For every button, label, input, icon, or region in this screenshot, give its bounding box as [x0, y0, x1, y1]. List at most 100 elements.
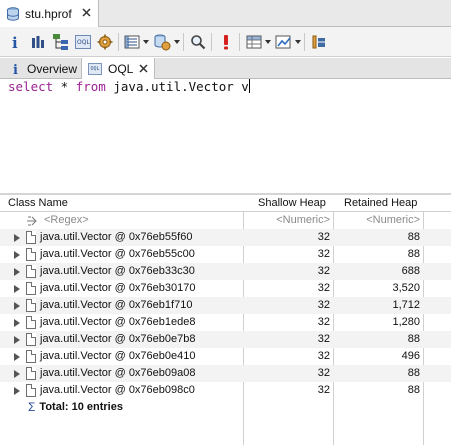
- class-name-cell: java.util.Vector @ 0x76eb1ede8: [10, 314, 242, 331]
- editor-tab-strip: stu.hprof: [0, 0, 451, 27]
- class-name-text: java.util.Vector @ 0x76eb1f710: [40, 299, 193, 311]
- expand-triangle-icon[interactable]: [14, 284, 20, 293]
- class-name-cell: java.util.Vector @ 0x76eb33c30: [10, 263, 242, 280]
- class-name-cell: java.util.Vector @ 0x76eb0e410: [10, 348, 242, 365]
- object-icon: [26, 350, 36, 363]
- table-row[interactable]: java.util.Vector @ 0x76eb09a08 32 88: [0, 365, 451, 382]
- header-retained-heap[interactable]: Retained Heap: [344, 195, 417, 212]
- info-icon: i: [12, 34, 18, 50]
- total-row: Σ Total: 10 entries: [0, 399, 451, 416]
- view-tab-strip: i Overview OQL OQL: [0, 58, 451, 79]
- class-name-cell: java.util.Vector @ 0x76eb09a08: [10, 365, 242, 382]
- calculate-retained-button[interactable]: [274, 32, 294, 52]
- table-row[interactable]: java.util.Vector @ 0x76eb0e7b8 32 88: [0, 331, 451, 348]
- query-line: select * from java.util.Vector v: [8, 79, 451, 96]
- chevron-down-icon[interactable]: [174, 40, 180, 44]
- close-icon[interactable]: [81, 7, 92, 18]
- shallow-heap-cell: 32: [317, 367, 330, 379]
- expand-triangle-icon[interactable]: [14, 386, 20, 395]
- chevron-down-icon[interactable]: [143, 40, 149, 44]
- shallow-heap-cell: 32: [317, 316, 330, 328]
- class-name-text: java.util.Vector @ 0x76eb1ede8: [40, 316, 196, 328]
- retained-heap-cell: 88: [407, 333, 420, 345]
- heap-settings-button[interactable]: [95, 32, 115, 52]
- table-row[interactable]: java.util.Vector @ 0x76eb55f60 32 88: [0, 229, 451, 246]
- toolbar-separator: [304, 33, 305, 51]
- object-icon: [26, 265, 36, 278]
- shallow-heap-cell: 32: [317, 265, 330, 277]
- table-row[interactable]: java.util.Vector @ 0x76eb33c30 32 688: [0, 263, 451, 280]
- oql-icon: OQL: [75, 35, 91, 49]
- query-keyword-select: select: [8, 79, 54, 94]
- table-row[interactable]: java.util.Vector @ 0x76eb1f710 32 1,712: [0, 297, 451, 314]
- retained-heap-cell: 496: [401, 350, 420, 362]
- tab-overview-label: Overview: [27, 61, 78, 76]
- header-class-name[interactable]: Class Name: [8, 195, 68, 212]
- expand-triangle-icon[interactable]: [14, 250, 20, 259]
- expand-triangle-icon[interactable]: [14, 267, 20, 276]
- histogram-button[interactable]: [28, 32, 48, 52]
- search-icon: [191, 35, 206, 50]
- filter-shallow-hint[interactable]: <Numeric>: [244, 212, 330, 229]
- filter-name-hint: <Regex>: [44, 214, 89, 226]
- chevron-down-icon[interactable]: [265, 40, 271, 44]
- class-name-text: java.util.Vector @ 0x76eb30170: [40, 282, 196, 294]
- tab-overview[interactable]: i Overview: [5, 58, 82, 79]
- shallow-heap-cell: 32: [317, 333, 330, 345]
- search-button[interactable]: [188, 32, 208, 52]
- query-keyword-from: from: [75, 79, 106, 94]
- list-dropdown-icon: [124, 35, 140, 49]
- filter-retained-hint[interactable]: <Numeric>: [334, 212, 420, 229]
- dominator-tree-button[interactable]: [51, 32, 71, 52]
- object-icon: [26, 248, 36, 261]
- retained-heap-cell: 1,280: [392, 316, 420, 328]
- class-name-text: java.util.Vector @ 0x76eb098c0: [40, 384, 195, 396]
- expand-triangle-icon[interactable]: [14, 352, 20, 361]
- toolbar-separator: [183, 33, 184, 51]
- close-icon[interactable]: [138, 63, 149, 74]
- chevron-down-icon[interactable]: [295, 40, 301, 44]
- oql-query-editor[interactable]: select * from java.util.Vector v: [0, 79, 451, 194]
- query-star: *: [53, 79, 76, 94]
- results-table: Class Name Shallow Heap Retained Heap <R…: [0, 195, 451, 445]
- class-name-cell: java.util.Vector @ 0x76eb30170: [10, 280, 242, 297]
- info-button[interactable]: i: [5, 32, 25, 52]
- bookmark-icon: [312, 35, 325, 49]
- header-shallow-heap[interactable]: Shallow Heap: [258, 195, 326, 212]
- expand-triangle-icon[interactable]: [14, 369, 20, 378]
- expand-triangle-icon[interactable]: [14, 335, 20, 344]
- table-row[interactable]: java.util.Vector @ 0x76eb098c0 32 88: [0, 382, 451, 399]
- thread-overview-button[interactable]: [152, 32, 172, 52]
- filter-name-cell[interactable]: <Regex>: [10, 212, 242, 229]
- object-icon: [26, 316, 36, 329]
- shallow-heap-cell: 32: [317, 248, 330, 260]
- leak-suspects-button[interactable]: [216, 32, 236, 52]
- query-browser-button[interactable]: [122, 32, 142, 52]
- expand-triangle-icon[interactable]: [14, 233, 20, 242]
- table-row[interactable]: java.util.Vector @ 0x76eb30170 32 3,520: [0, 280, 451, 297]
- tab-oql[interactable]: OQL OQL: [82, 58, 155, 79]
- total-label: Total: 10 entries: [39, 401, 123, 413]
- expand-triangle-icon[interactable]: [14, 301, 20, 310]
- toolbar-separator: [118, 33, 119, 51]
- class-name-text: java.util.Vector @ 0x76eb09a08: [40, 367, 196, 379]
- editor-tab-stu-hprof[interactable]: stu.hprof: [0, 0, 99, 27]
- toolbar: i OQL: [0, 27, 451, 57]
- table-row[interactable]: java.util.Vector @ 0x76eb55c00 32 88: [0, 246, 451, 263]
- text-cursor: [248, 79, 250, 93]
- table-row[interactable]: java.util.Vector @ 0x76eb0e410 32 496: [0, 348, 451, 365]
- class-name-text: java.util.Vector @ 0x76eb33c30: [40, 265, 195, 277]
- stack-dropdown-icon: [154, 34, 171, 51]
- svg-text:OQL: OQL: [77, 39, 90, 46]
- info-icon: i: [13, 63, 18, 76]
- expand-triangle-icon[interactable]: [14, 318, 20, 327]
- oql-button[interactable]: OQL: [73, 32, 93, 52]
- sigma-icon: Σ: [28, 400, 36, 414]
- retained-heap-cell: 88: [407, 231, 420, 243]
- pin-button[interactable]: [309, 32, 329, 52]
- class-name-cell: java.util.Vector @ 0x76eb1f710: [10, 297, 242, 314]
- object-icon: [26, 299, 36, 312]
- table-row[interactable]: java.util.Vector @ 0x76eb1ede8 32 1,280: [0, 314, 451, 331]
- export-table-button[interactable]: [244, 32, 264, 52]
- svg-text:i: i: [12, 34, 18, 50]
